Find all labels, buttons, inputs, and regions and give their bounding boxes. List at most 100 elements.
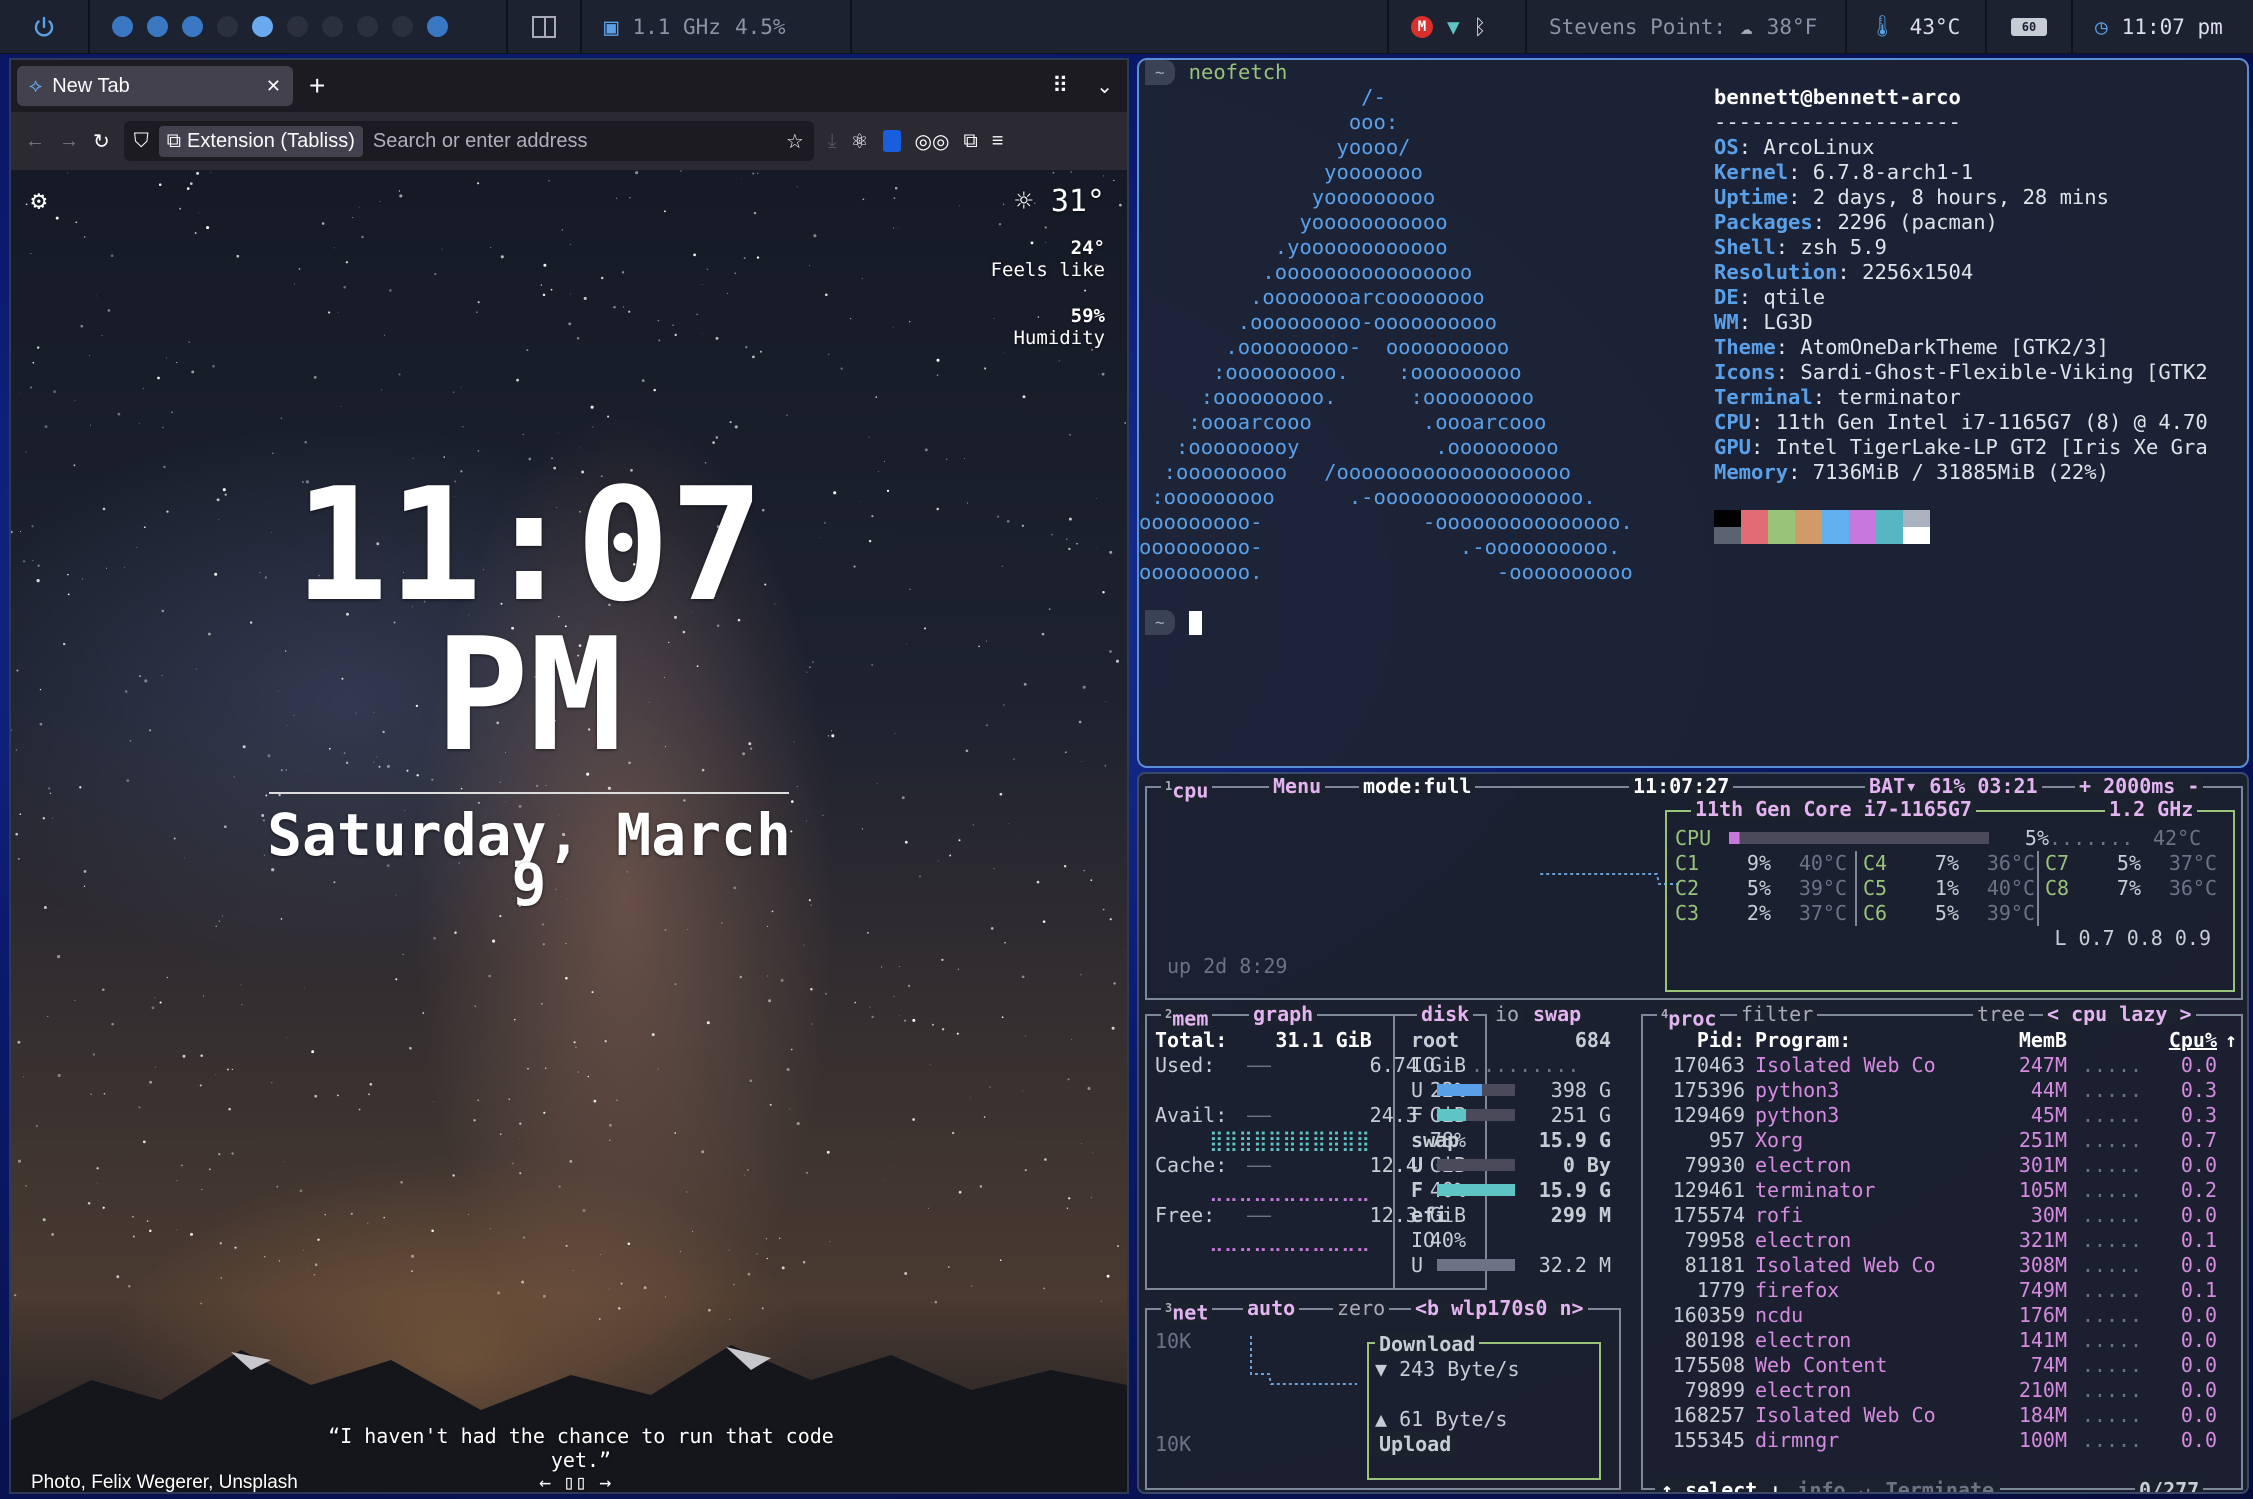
reload-icon[interactable]: ↻ [93, 129, 110, 154]
terminal-window[interactable]: ~ neofetch /- ooo: yoooo/ yooooooo yoooo… [1137, 58, 2249, 768]
bluetooth-icon[interactable]: ᛒ [1474, 15, 1487, 39]
weather-widget-page: ☼ 31° 24° Feels like 59% Humidity [991, 184, 1105, 349]
filter-button[interactable]: filter [1737, 1003, 1818, 1025]
info-hint[interactable]: info ↵ [1797, 1478, 1869, 1492]
user-host: bennett@bennett-arco [1714, 85, 1961, 109]
pause-icon[interactable]: ▯▯ [563, 1470, 587, 1492]
prompt-symbol: ~ [1145, 60, 1175, 85]
power-button[interactable] [0, 0, 90, 54]
tree-toggle[interactable]: tree [1973, 1003, 2030, 1025]
process-row[interactable]: 79899 electron 210M..... 0.0 [1649, 1378, 2237, 1403]
settings-gear-icon[interactable]: ⚙ [31, 186, 47, 216]
menu-button[interactable]: Menu [1269, 775, 1326, 797]
back-icon[interactable]: ← [25, 130, 45, 153]
select-hint[interactable]: ↑ select ↓ [1661, 1478, 1781, 1492]
graph-toggle[interactable]: graph [1249, 1003, 1318, 1025]
extensions-icon[interactable]: ⧉ [963, 130, 977, 153]
chevron-down-icon[interactable]: ⌄ [1096, 74, 1113, 99]
proc-mem: 308M [2018, 1253, 2067, 1277]
proc-pid: 80198 [1684, 1328, 1745, 1352]
process-row[interactable]: 80198 electron 141M..... 0.0 [1649, 1328, 2237, 1353]
layout-button[interactable] [508, 0, 582, 54]
process-row[interactable]: 129469 python3 45M..... 0.3 [1649, 1103, 2237, 1128]
tabliss-icon: ⟡ [29, 74, 43, 97]
workspace-8[interactable] [357, 16, 378, 37]
workspace-5[interactable] [252, 16, 273, 37]
mail-icon[interactable]: M [1411, 15, 1433, 38]
react-devtools-icon[interactable]: ⚛ [851, 129, 869, 154]
io-toggle[interactable]: io [1491, 1003, 1524, 1025]
process-row[interactable]: 175574 rofi 30M..... 0.0 [1649, 1203, 2237, 1228]
wifi-icon[interactable]: ▼ [1447, 15, 1460, 39]
terminate-hint[interactable]: Terminate [1886, 1478, 1994, 1492]
workspace-7[interactable] [322, 16, 343, 37]
download-icon[interactable]: ⤓ [828, 130, 837, 153]
workspace-2[interactable] [147, 16, 168, 37]
photo-credit[interactable]: Photo, Felix Wegerer, Unsplash [31, 1472, 298, 1492]
menu-icon[interactable]: ≡ [992, 130, 1004, 153]
mem-avail-label: Avail: [1155, 1103, 1228, 1127]
process-row[interactable]: 175508 Web Content 74M..... 0.0 [1649, 1353, 2237, 1378]
process-row[interactable]: 175396 python3 44M..... 0.3 [1649, 1078, 2237, 1103]
close-tab-icon[interactable]: ✕ [266, 76, 281, 97]
workspace-1[interactable] [112, 16, 133, 37]
process-row[interactable]: 155345 dirmngr 100M..... 0.0 [1649, 1428, 2237, 1453]
col-pid[interactable]: Pid: [1649, 1028, 1745, 1053]
proc-name: ncdu [1755, 1303, 1804, 1327]
tab-new-tab[interactable]: ⟡ New Tab ✕ [17, 66, 293, 106]
palette-swatch [1795, 510, 1822, 527]
cpu-core: C4 7% 36°C [1857, 851, 2039, 876]
btop-window[interactable]: 1cpu Menu mode:full 11:07:27 BAT▾ 61% 03… [1137, 772, 2249, 1494]
big-clock-time: 11:07 [294, 454, 764, 636]
bookmark-star-icon[interactable]: ☆ [786, 129, 804, 154]
col-program[interactable]: Program: [1755, 1028, 1985, 1053]
process-row[interactable]: 1779 firefox 749M..... 0.1 [1649, 1278, 2237, 1303]
info-value: 6.7.8-arch1-1 [1812, 160, 1974, 184]
workspace-6[interactable] [287, 16, 308, 37]
swap-toggle[interactable]: swap [1529, 1003, 1586, 1025]
workspace-10[interactable] [427, 16, 448, 37]
next-arrow-icon[interactable]: → [599, 1470, 611, 1492]
disk-root-label: root [1411, 1028, 1460, 1052]
workspace-9[interactable] [392, 16, 413, 37]
new-tab-button[interactable]: + [309, 70, 325, 102]
net-auto-toggle[interactable]: auto [1243, 1297, 1300, 1319]
col-mem[interactable]: MemB [1985, 1028, 2067, 1053]
core-name: C1 [1675, 851, 1700, 875]
proc-pid: 155345 [1672, 1428, 1745, 1452]
process-row[interactable]: 129461 terminator 105M..... 0.2 [1649, 1178, 2237, 1203]
proc-pid: 79930 [1684, 1153, 1745, 1177]
layout-icon [532, 15, 556, 38]
info-key: OS [1714, 135, 1739, 159]
update-rate[interactable]: + 2000ms - [2075, 775, 2204, 797]
clock-widget[interactable]: ◷ 11:07 pm [2073, 0, 2253, 54]
info-value: ArcoLinux [1763, 135, 1875, 159]
process-row[interactable]: 957 Xorg 251M..... 0.7 [1649, 1128, 2237, 1153]
workspace-4[interactable] [217, 16, 238, 37]
process-row[interactable]: 81181 Isolated Web Co 308M..... 0.0 [1649, 1253, 2237, 1278]
mode-label[interactable]: mode:full [1359, 775, 1476, 797]
net-zero-toggle[interactable]: zero [1333, 1297, 1390, 1319]
proc-cpu: 0.0 [2180, 1403, 2217, 1427]
bitwarden-icon[interactable] [882, 130, 901, 152]
proc-mem: 321M [2018, 1228, 2067, 1252]
workspace-3[interactable] [182, 16, 203, 37]
process-row[interactable]: 168257 Isolated Web Co 184M..... 0.0 [1649, 1403, 2237, 1428]
core-temp: 40°C [1798, 851, 1847, 875]
net-interface[interactable]: <b wlp170s0 n> [1411, 1297, 1588, 1319]
process-row[interactable]: 79930 electron 301M..... 0.0 [1649, 1153, 2237, 1178]
process-row[interactable]: 170463 Isolated Web Co 247M..... 0.0 [1649, 1053, 2237, 1078]
col-cpu[interactable]: Cpu% [2157, 1028, 2217, 1053]
sort-selector[interactable]: < cpu lazy > [2043, 1003, 2196, 1025]
forward-icon[interactable]: → [59, 130, 79, 153]
process-row[interactable]: 160359 ncdu 176M..... 0.0 [1649, 1303, 2237, 1328]
address-placeholder[interactable]: Search or enter address [373, 130, 776, 153]
url-bar[interactable]: ⛉ ⧉ Extension (Tabliss) Search or enter a… [123, 121, 814, 161]
prev-arrow-icon[interactable]: ← [539, 1470, 551, 1492]
process-row[interactable]: 79958 electron 321M..... 0.1 [1649, 1228, 2237, 1253]
mem-disk-divider [1393, 1014, 1395, 1290]
extensions-grid-icon[interactable]: ⠿ [1052, 73, 1068, 99]
feels-like-label: Feels like [990, 259, 1105, 281]
glasses-icon[interactable]: ◎◎ [915, 129, 950, 154]
feels-like-value: 24° [1070, 237, 1105, 259]
